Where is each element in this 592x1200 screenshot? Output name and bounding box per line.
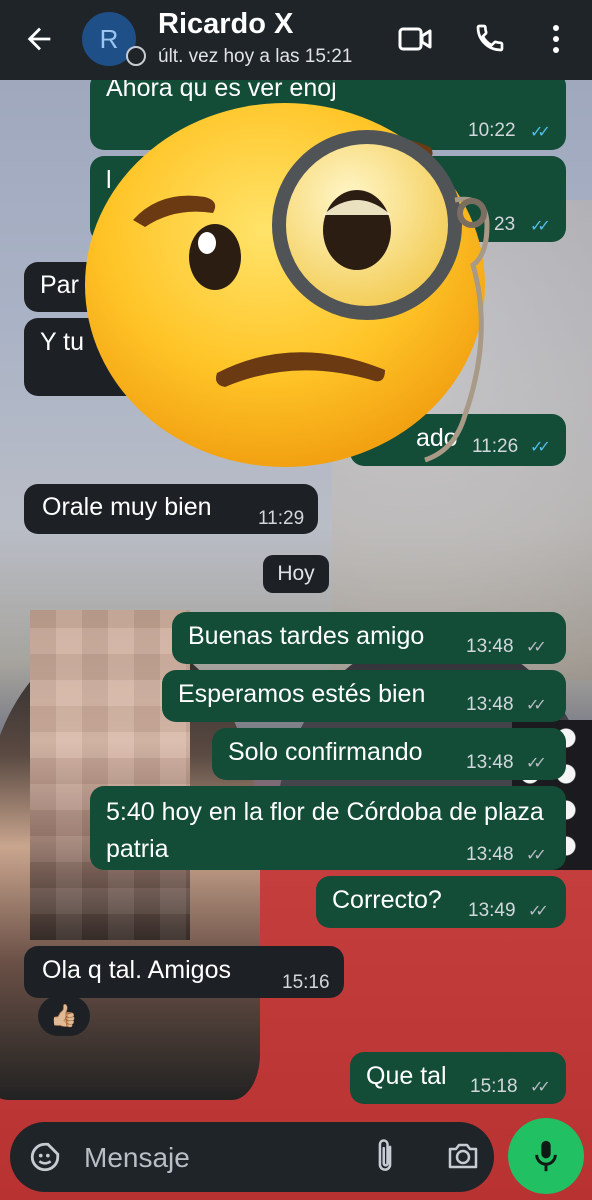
paperclip-icon[interactable]	[372, 1138, 398, 1176]
message-text: Correcto?	[332, 886, 442, 914]
video-camera-icon[interactable]	[398, 24, 432, 54]
message-bubble[interactable]: Solo confirmando 13:48 ✓✓	[212, 728, 566, 780]
message-time: 13:48	[466, 752, 514, 773]
mic-button[interactable]	[508, 1118, 584, 1194]
read-ticks-icon: ✓✓	[530, 124, 551, 141]
message-text: Que tal	[366, 1062, 447, 1090]
microphone-icon	[535, 1140, 557, 1172]
read-ticks-icon: ✓✓	[530, 218, 551, 235]
delivered-ticks-icon: ✓✓	[528, 903, 549, 920]
phone-icon[interactable]	[474, 22, 506, 54]
delivered-ticks-icon: ✓✓	[526, 639, 547, 656]
message-input[interactable]	[82, 1136, 346, 1180]
message-bubble[interactable]: Esperamos estés bien 13:48 ✓✓	[162, 670, 566, 722]
reaction-emoji: 👍🏼	[50, 1003, 78, 1028]
disappearing-timer-icon	[126, 46, 146, 66]
message-time: 13:48	[466, 844, 514, 865]
delivered-ticks-icon: ✓✓	[526, 847, 547, 864]
pixelated-face	[30, 610, 190, 940]
message-text: Esperamos estés bien	[178, 680, 426, 708]
camera-icon[interactable]	[446, 1140, 480, 1172]
message-time: 15:16	[282, 972, 330, 993]
chat-header: R Ricardo X últ. vez hoy a las 15:21	[0, 0, 592, 80]
message-text: Y tu	[40, 328, 85, 356]
message-bubble[interactable]: Ola q tal. Amigos 15:16	[24, 946, 344, 998]
message-bubble[interactable]: Correcto? 13:49 ✓✓	[316, 876, 566, 928]
thumbs-up-reaction[interactable]: 👍🏼	[38, 996, 90, 1036]
message-time: 13:49	[468, 900, 516, 921]
message-time: 15:18	[470, 1076, 518, 1097]
message-composer	[10, 1122, 494, 1192]
arrow-left-icon[interactable]	[22, 22, 56, 56]
contact-name[interactable]: Ricardo X	[158, 8, 293, 41]
delivered-ticks-icon: ✓✓	[526, 755, 547, 772]
message-time: 11:29	[258, 508, 305, 529]
message-bubble[interactable]: Orale muy bien 11:29	[24, 484, 318, 534]
more-vert-icon[interactable]	[545, 22, 567, 56]
delivered-ticks-icon: ✓✓	[530, 1079, 551, 1096]
last-seen-status: últ. vez hoy a las 15:21	[158, 46, 353, 67]
message-text: Par	[40, 271, 79, 299]
message-text: Buenas tardes amigo	[188, 622, 425, 650]
message-bubble[interactable]: Buenas tardes amigo 13:48 ✓✓	[172, 612, 566, 664]
message-text: Ola q tal. Amigos	[42, 956, 231, 984]
message-bubble[interactable]: Que tal 15:18 ✓✓	[350, 1052, 566, 1104]
message-time: 13:48	[466, 636, 514, 657]
message-bubble[interactable]: 5:40 hoy en la flor de Córdoba de plaza …	[90, 786, 566, 870]
day-divider: Hoy	[263, 555, 329, 593]
message-time: 13:48	[466, 694, 514, 715]
message-text: Orale muy bien	[42, 493, 212, 521]
read-ticks-icon: ✓✓	[530, 439, 551, 456]
face-with-monocle-emoji	[85, 103, 490, 467]
message-text: Solo confirmando	[228, 738, 423, 766]
sticker-icon[interactable]	[28, 1140, 62, 1174]
avatar-initial: R	[99, 23, 119, 54]
delivered-ticks-icon: ✓✓	[526, 697, 547, 714]
